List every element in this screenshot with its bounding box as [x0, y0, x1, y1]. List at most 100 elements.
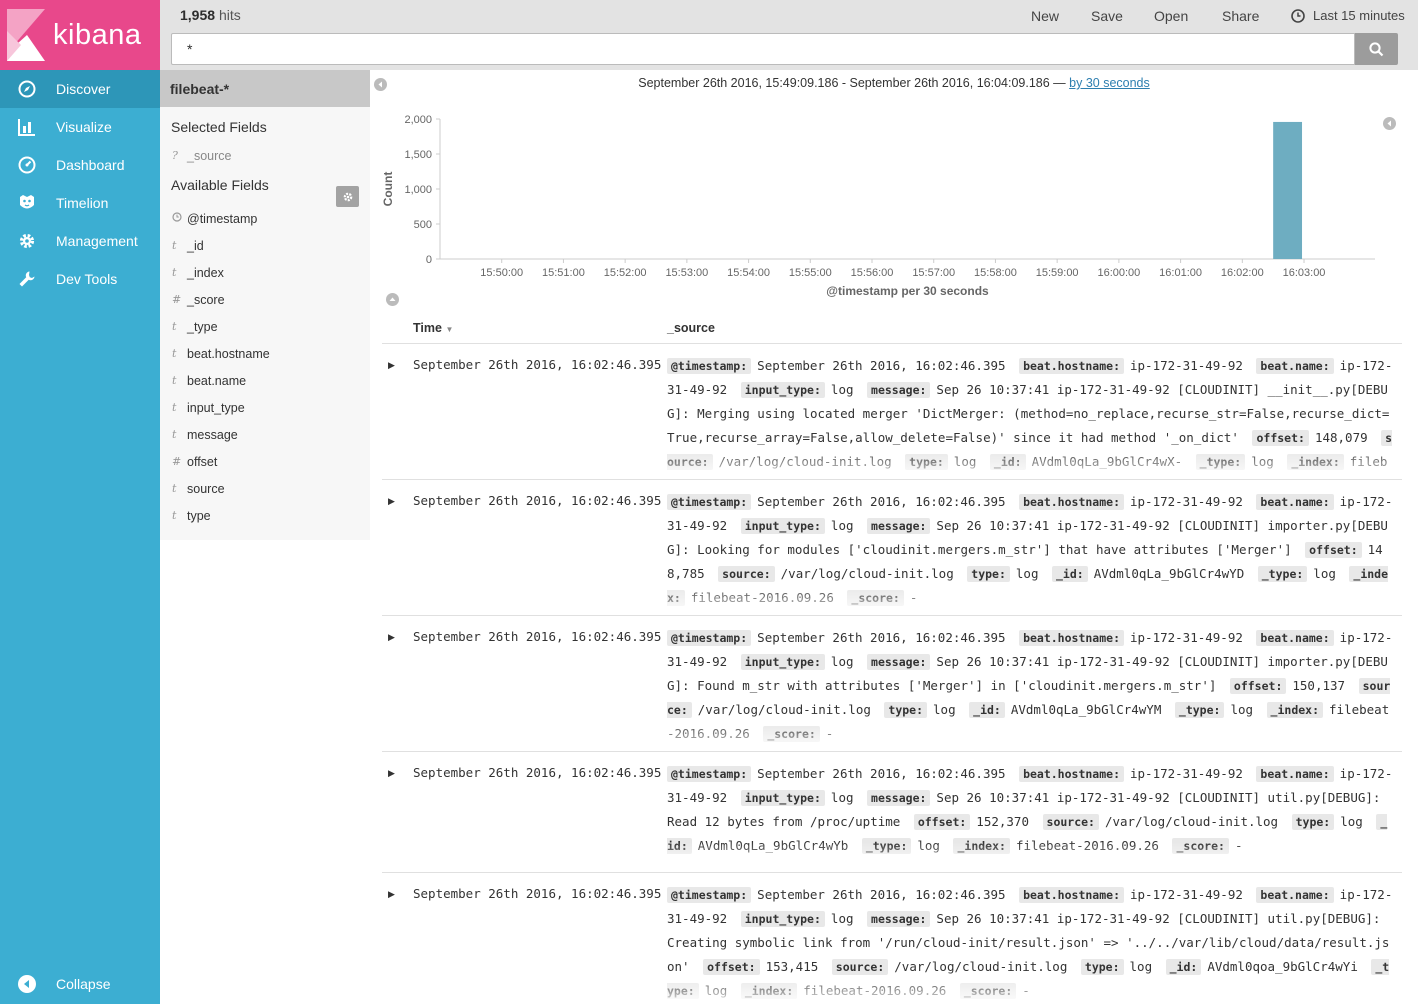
source-field-value: filebeat-2016.09.26	[1015, 838, 1159, 853]
kibana-logo[interactable]: kibana	[0, 0, 160, 70]
interval-link[interactable]: by 30 seconds	[1069, 76, 1150, 90]
source-field-key: _score:	[959, 983, 1017, 999]
table-row[interactable]: ▶ September 26th 2016, 16:02:46.395 @times…	[382, 872, 1402, 1004]
source-field-value: filebeat-2016.09.26	[803, 983, 947, 998]
field-item-source[interactable]: ? _source	[160, 142, 370, 169]
field-item-type[interactable]: t type	[160, 502, 370, 529]
table-row[interactable]: ▶ September 26th 2016, 16:02:46.395 @times…	[382, 343, 1402, 479]
field-item-message[interactable]: t message	[160, 421, 370, 448]
source-field-key: beat.hostname:	[1019, 358, 1124, 374]
source-field-key: _id:	[1165, 959, 1202, 975]
field-item-source[interactable]: t source	[160, 475, 370, 502]
y-tick-label: 1,500	[404, 149, 432, 161]
field-item-index[interactable]: t _index	[160, 259, 370, 286]
row-source: @timestamp: September 26th 2016, 16:02:46…	[667, 883, 1394, 1003]
search-button[interactable]	[1355, 33, 1398, 65]
nav-item-dashboard[interactable]: Dashboard	[0, 146, 160, 184]
source-field-value: AVdml0qLa_9bGlCr4wYb	[697, 838, 849, 853]
y-tick-label: 1,000	[404, 184, 432, 196]
source-field-key: _score:	[847, 590, 904, 606]
source-field-value: log	[830, 518, 854, 533]
string-type-icon: t	[172, 320, 177, 333]
available-fields-list: @timestamp t _id t _index # _score t _type t beat.…	[160, 205, 370, 529]
field-item-beat-hostname[interactable]: t beat.hostname	[160, 340, 370, 367]
gear-icon	[17, 231, 37, 251]
source-column-header: _source	[667, 321, 715, 335]
expand-row-icon[interactable]: ▶	[388, 360, 395, 371]
hits-count: 1,958 hits	[180, 7, 241, 23]
source-field-value: log	[830, 654, 854, 669]
nav-item-management[interactable]: Management	[0, 222, 160, 260]
collapse-button[interactable]: Collapse	[0, 969, 160, 999]
source-field-value: /var/log/cloud-init.log	[780, 566, 954, 581]
collapse-label: Collapse	[56, 976, 111, 992]
field-item-id[interactable]: t _id	[160, 232, 370, 259]
source-field-value: log	[933, 702, 956, 717]
new-button[interactable]: New	[1031, 8, 1059, 24]
field-sidebar: filebeat-* Selected Fields ? _source Avai…	[160, 70, 370, 1004]
source-field-key: offset:	[1252, 430, 1309, 446]
row-source: @timestamp: September 26th 2016, 16:02:46…	[667, 626, 1394, 746]
field-item-type[interactable]: t _type	[160, 313, 370, 340]
x-tick-label: 15:58:00	[974, 267, 1017, 279]
index-pattern-selector[interactable]: filebeat-*	[160, 70, 370, 107]
row-source: @timestamp: September 26th 2016, 16:02:46…	[667, 762, 1394, 858]
source-field-key: source:	[831, 959, 889, 975]
x-tick-label: 15:56:00	[851, 267, 894, 279]
field-name: _source	[187, 148, 232, 163]
compass-icon	[17, 79, 37, 99]
source-field-value: 150,137	[1292, 678, 1346, 693]
time-column-header[interactable]: Time ▼	[413, 321, 453, 335]
open-button[interactable]: Open	[1154, 8, 1188, 24]
save-button[interactable]: Save	[1091, 8, 1123, 24]
expand-row-icon[interactable]: ▶	[388, 768, 395, 779]
nav-item-label: Discover	[56, 81, 111, 97]
source-field-key: offset:	[703, 959, 760, 975]
source-field-value: log	[1251, 454, 1274, 469]
row-time: September 26th 2016, 16:02:46.395	[413, 493, 662, 508]
field-settings-button[interactable]	[336, 186, 359, 207]
expand-row-icon[interactable]: ▶	[388, 889, 395, 900]
x-tick-label: 16:02:00	[1221, 267, 1264, 279]
table-row[interactable]: ▶ September 26th 2016, 16:02:46.395 @times…	[382, 479, 1402, 615]
share-button[interactable]: Share	[1222, 8, 1259, 24]
nav-item-visualize[interactable]: Visualize	[0, 108, 160, 146]
nav-item-dev-tools[interactable]: Dev Tools	[0, 260, 160, 298]
source-field-value: log	[704, 983, 728, 998]
source-field-key: _id:	[989, 454, 1026, 470]
source-field-key: input_type:	[740, 790, 825, 806]
source-field-key: type:	[1291, 814, 1335, 830]
field-item-offset[interactable]: # offset	[160, 448, 370, 475]
source-field-value: log	[917, 838, 940, 853]
source-field-key: beat.hostname:	[1019, 494, 1124, 510]
field-item-input-type[interactable]: t input_type	[160, 394, 370, 421]
expand-row-icon[interactable]: ▶	[388, 496, 395, 507]
field-item-score[interactable]: # _score	[160, 286, 370, 313]
time-picker[interactable]: Last 15 minutes	[1291, 8, 1405, 23]
search-icon	[1369, 41, 1384, 56]
field-item-timestamp[interactable]: @timestamp	[160, 205, 370, 232]
x-tick-label: 15:59:00	[1036, 267, 1079, 279]
row-time: September 26th 2016, 16:02:46.395	[413, 765, 662, 780]
expand-row-icon[interactable]: ▶	[388, 632, 395, 643]
field-name: beat.hostname	[187, 346, 270, 361]
source-field-value: /var/log/cloud-init.log	[1104, 814, 1279, 829]
nav-item-discover[interactable]: Discover	[0, 70, 160, 108]
table-row[interactable]: ▶ September 26th 2016, 16:02:46.395 @times…	[382, 615, 1402, 751]
source-field-value: AVdml0qoa_9bGlCr4wYi	[1207, 959, 1358, 974]
field-item-beat-name[interactable]: t beat.name	[160, 367, 370, 394]
source-field-value: September 26th 2016, 16:02:46.395	[757, 766, 1006, 781]
nav-item-timelion[interactable]: Timelion	[0, 184, 160, 222]
histogram-bar[interactable]	[1273, 121, 1303, 259]
collapse-chart-button[interactable]	[386, 293, 399, 306]
source-field-key: message:	[867, 518, 931, 534]
nav-item-label: Dashboard	[56, 157, 125, 173]
chevron-up-icon	[389, 297, 396, 301]
search-input[interactable]	[171, 33, 1355, 65]
field-name: message	[187, 427, 238, 442]
source-field-value: -	[825, 726, 834, 741]
string-type-icon: t	[172, 266, 177, 279]
time-range-text: September 26th 2016, 15:49:09.186 - Sept…	[638, 76, 1066, 90]
main-content: September 26th 2016, 15:49:09.186 - Sept…	[370, 70, 1418, 1004]
table-row[interactable]: ▶ September 26th 2016, 16:02:46.395 @times…	[382, 751, 1402, 872]
